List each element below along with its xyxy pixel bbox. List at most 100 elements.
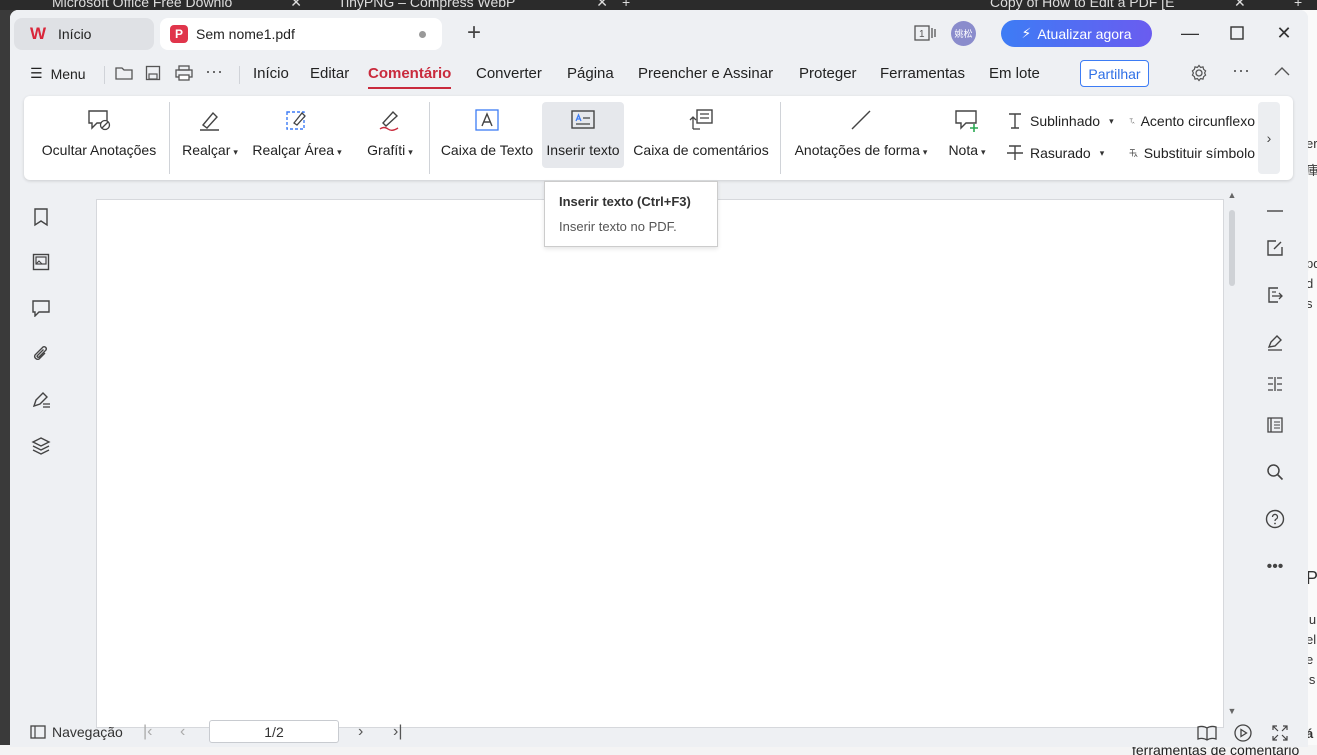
page-number-input[interactable]: 1/2 [209, 720, 339, 743]
new-tab-button[interactable]: + [462, 21, 486, 46]
collapse-ribbon-icon[interactable] [1273, 64, 1291, 82]
insert-text-label: Inserir texto [546, 142, 620, 158]
close-icon[interactable]: ✕ [290, 0, 302, 10]
first-page-icon[interactable]: |‹ [143, 723, 152, 741]
help-icon[interactable] [1263, 507, 1287, 531]
next-page-icon[interactable]: › [358, 723, 363, 741]
text-box-button[interactable]: Caixa de Texto [440, 102, 534, 168]
tab-proteger[interactable]: Proteger [799, 65, 857, 82]
print-icon[interactable] [175, 65, 193, 86]
browser-tab[interactable]: Microsoft Office Free Downlo ✕ [52, 0, 302, 10]
layers-icon[interactable] [29, 434, 53, 458]
comment-box-button[interactable]: Caixa de comentários [632, 102, 770, 168]
settings-icon[interactable] [1190, 64, 1208, 87]
close-icon[interactable]: ✕ [596, 0, 608, 10]
minimize-button[interactable]: — [1178, 22, 1202, 46]
tab-em-lote[interactable]: Em lote [989, 65, 1040, 82]
tab-pagina[interactable]: Página [567, 65, 614, 82]
note-button[interactable]: Nota ▾ [940, 102, 994, 168]
compare-icon[interactable] [1263, 372, 1287, 396]
avatar[interactable]: 姚松 [951, 21, 976, 46]
caret-label: Acento circunflexo [1140, 113, 1255, 129]
chevron-down-icon[interactable]: ▾ [1100, 148, 1105, 159]
previous-page-icon[interactable]: ‹ [180, 723, 185, 741]
scrollbar-thumb[interactable] [1229, 210, 1235, 286]
tab-inicio[interactable]: Início [253, 65, 289, 82]
hamburger-icon: ☰ [30, 65, 43, 81]
signature-icon[interactable] [29, 388, 53, 412]
strikethrough-button[interactable]: Rasurado ▾ [1006, 144, 1104, 162]
new-browser-tab-icon[interactable]: + [622, 0, 642, 10]
window-count-icon[interactable]: 1 [914, 24, 938, 45]
replace-symbol-button[interactable]: Substituir símbolo [1129, 144, 1255, 162]
tab-preencher-assinar[interactable]: Preencher e Assinar [638, 65, 773, 82]
chevron-down-icon[interactable]: ▾ [1109, 116, 1114, 127]
insert-text-button[interactable]: Inserir texto [542, 102, 624, 168]
vertical-scrollbar[interactable]: ▲ ▼ [1226, 190, 1238, 716]
bookmark-icon[interactable] [29, 205, 53, 229]
tab-ferramentas[interactable]: Ferramentas [880, 65, 965, 82]
minus-icon[interactable] [1263, 199, 1287, 223]
share-button[interactable]: Partilhar [1080, 60, 1149, 87]
maximize-button[interactable] [1225, 22, 1249, 46]
caret-insert-button[interactable]: Acento circunflexo [1129, 112, 1255, 130]
export-icon[interactable] [1263, 283, 1287, 307]
tab-editar[interactable]: Editar [310, 65, 349, 82]
shape-annotations-button[interactable]: Anotações de forma ▾ [792, 102, 930, 168]
chevron-down-icon[interactable]: ▾ [233, 147, 238, 157]
replace-symbol-label: Substituir símbolo [1143, 145, 1255, 161]
tab-converter[interactable]: Converter [476, 65, 542, 82]
close-window-button[interactable]: ✕ [1272, 22, 1296, 46]
underline-icon [1009, 113, 1021, 129]
more-options-icon[interactable]: ··· [1232, 60, 1250, 81]
hide-annotations-icon [86, 102, 112, 138]
chevron-down-icon[interactable]: ▾ [408, 147, 413, 157]
browser-tab[interactable]: Copy of How to Edit a PDF [E [990, 0, 1230, 10]
play-icon[interactable] [1232, 722, 1254, 744]
upgrade-button[interactable]: ⚡ Atualizar agora [1001, 20, 1152, 47]
scroll-down-icon[interactable]: ▼ [1226, 706, 1238, 716]
graffiti-button[interactable]: Grafíti ▾ [360, 102, 420, 168]
open-folder-icon[interactable] [115, 65, 133, 86]
comment-box-label: Caixa de comentários [633, 142, 769, 158]
close-icon[interactable]: ✕ [1234, 0, 1254, 10]
hide-annotations-button[interactable]: Ocultar Anotações [34, 102, 164, 168]
underline-button[interactable]: Sublinhado ▾ [1006, 112, 1114, 130]
comments-icon[interactable] [29, 296, 53, 320]
tooltip: Inserir texto (Ctrl+F3) Inserir texto no… [544, 181, 718, 247]
chevron-down-icon[interactable]: ▾ [923, 147, 928, 157]
save-icon[interactable] [145, 65, 161, 86]
search-icon[interactable] [1263, 460, 1287, 484]
scroll-up-icon[interactable]: ▲ [1226, 190, 1238, 200]
ribbon-scroll-right-button[interactable]: › [1258, 102, 1280, 174]
sign-pen-icon[interactable] [1263, 330, 1287, 354]
chevron-down-icon[interactable]: ▾ [981, 147, 986, 157]
highlight-area-button[interactable]: Realçar Área ▾ [250, 102, 344, 168]
thumbnail-icon[interactable] [29, 250, 53, 274]
chevron-down-icon[interactable]: ▾ [337, 147, 342, 157]
pdf-page[interactable] [96, 199, 1224, 728]
reading-mode-icon[interactable] [1196, 722, 1218, 744]
new-browser-tab-icon[interactable]: + [1294, 0, 1314, 10]
tab-home[interactable]: W Início [14, 18, 154, 50]
unsaved-dot-icon[interactable] [419, 31, 426, 38]
menu-button[interactable]: ☰ Menu [30, 65, 86, 82]
fullscreen-icon[interactable] [1269, 722, 1291, 744]
more-icon[interactable]: ··· [205, 61, 223, 82]
insert-text-icon [570, 102, 596, 138]
navigation-label: Navegação [52, 724, 123, 740]
tab-comentario[interactable]: Comentário [368, 65, 452, 89]
edit-icon[interactable] [1263, 236, 1287, 260]
highlight-button[interactable]: Realçar ▾ [180, 102, 240, 168]
attachment-icon[interactable] [29, 342, 53, 366]
pdf-editor-window: W Início P Sem nome1.pdf + 1 姚松 ⚡ Atuali… [10, 10, 1308, 747]
browser-tab[interactable]: TinyPNG – Compress WebP ✕ [338, 0, 608, 10]
last-page-icon[interactable]: ›| [393, 723, 402, 741]
text-box-label: Caixa de Texto [440, 142, 534, 158]
graffiti-label: Grafíti [367, 142, 406, 158]
more-tools-icon[interactable]: ••• [1263, 555, 1287, 579]
tab-document[interactable]: P Sem nome1.pdf [160, 18, 442, 50]
scan-icon[interactable] [1263, 413, 1287, 437]
navigation-button[interactable]: Navegação [30, 724, 123, 740]
browser-tab-label: Copy of How to Edit a PDF [E [990, 0, 1175, 10]
